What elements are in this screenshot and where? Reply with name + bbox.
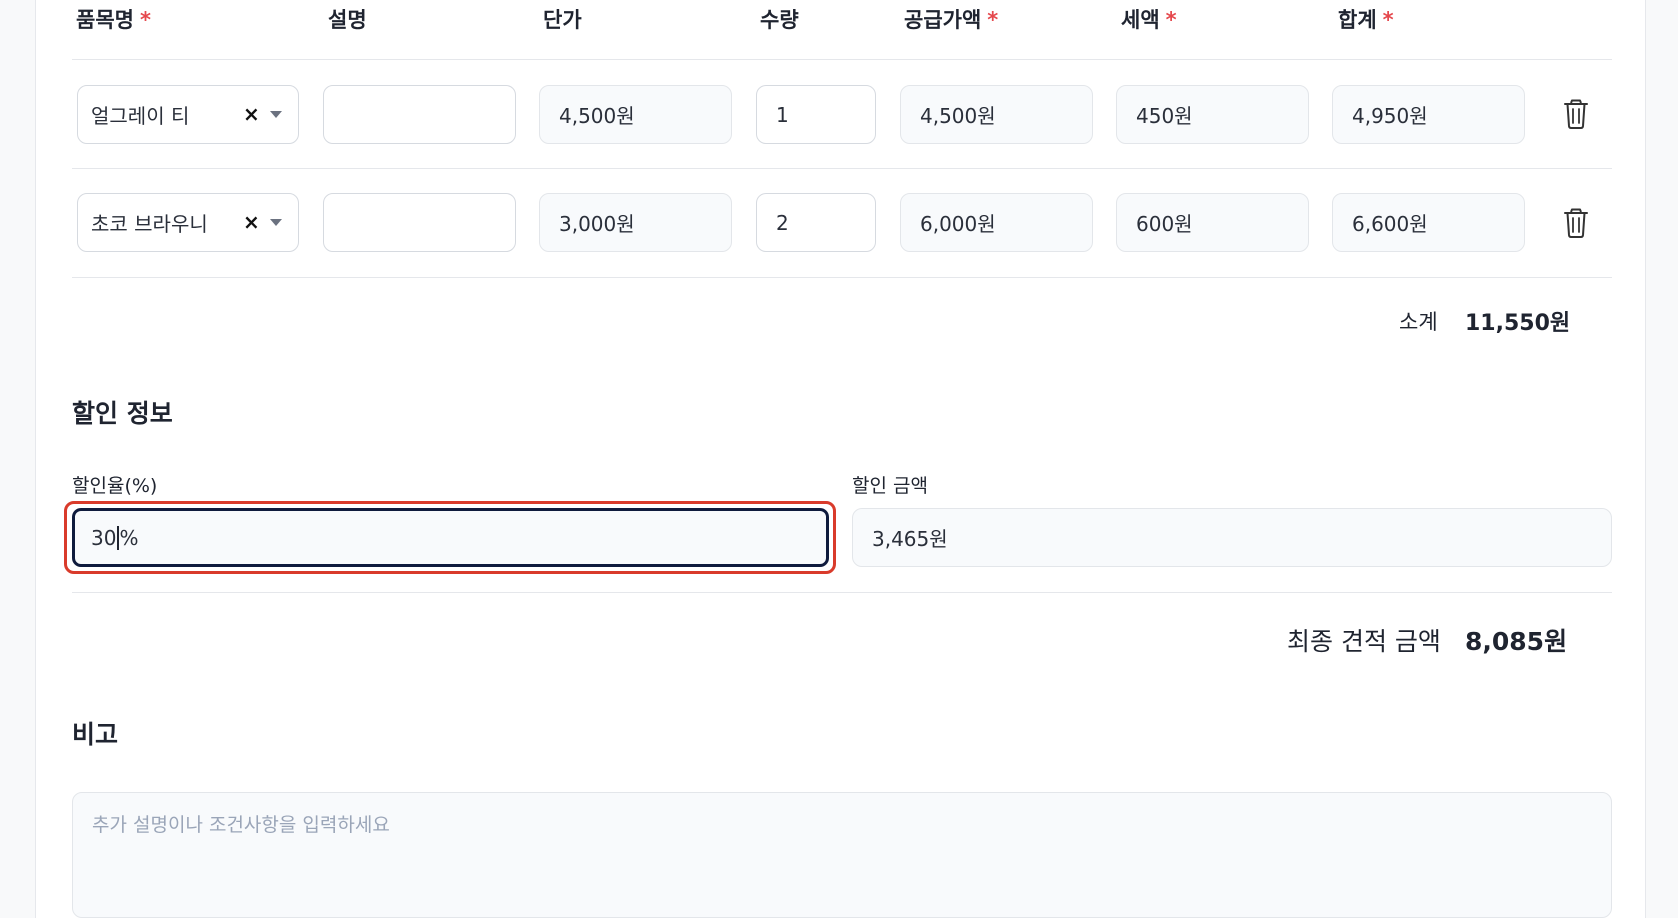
divider [72,277,1612,278]
supply-amount-field[interactable]: 4,500원 [900,85,1093,144]
unit-price-field[interactable]: 3,000원 [539,193,732,252]
quantity-input[interactable]: 1 [756,85,876,144]
discount-rate-label: 할인율(%) [72,475,158,497]
chevron-down-icon[interactable] [270,111,282,118]
divider [72,168,1612,169]
trash-icon[interactable] [1562,208,1590,238]
notes-placeholder: 추가 설명이나 조건사항을 입력하세요 [92,814,390,836]
tax-field[interactable]: 450원 [1116,85,1309,144]
quantity-input[interactable]: 2 [756,193,876,252]
divider [72,592,1612,593]
total-field[interactable]: 6,600원 [1332,193,1525,252]
item-select-value: 얼그레이 티 [91,104,190,128]
notes-section-title: 비고 [72,720,119,749]
header-item-name: 품목명 * [76,8,151,32]
item-select[interactable]: 초코 브라우니 × [77,193,299,252]
item-select[interactable]: 얼그레이 티 × [77,85,299,144]
discount-amount-field[interactable]: 3,465원 [852,508,1612,567]
tax-field[interactable]: 600원 [1116,193,1309,252]
header-supply-amount: 공급가액 * [904,8,999,32]
header-unit-price: 단가 [543,8,582,32]
header-total: 합계 * [1338,8,1394,32]
close-icon[interactable]: × [243,210,260,234]
close-icon[interactable]: × [243,102,260,126]
trash-icon[interactable] [1562,99,1590,129]
divider [72,59,1612,60]
header-description: 설명 [328,8,367,32]
discount-amount-label: 할인 금액 [852,475,928,497]
description-input[interactable] [323,85,516,144]
total-field[interactable]: 4,950원 [1332,85,1525,144]
unit-price-field[interactable]: 4,500원 [539,85,732,144]
quote-form-card: 품목명 * 설명 단가 수량 공급가액 * 세액 * 합계 * 얼그레이 티 × 4,5… [35,0,1646,918]
discount-rate-input[interactable]: 30% [72,508,829,567]
final-amount-label: 최종 견적 금액 [1287,627,1441,656]
item-select-value: 초코 브라우니 [91,212,208,236]
header-quantity: 수량 [760,8,799,32]
header-tax: 세액 * [1121,8,1177,32]
notes-textarea[interactable]: 추가 설명이나 조건사항을 입력하세요 [72,792,1612,918]
supply-amount-field[interactable]: 6,000원 [900,193,1093,252]
subtotal-value: 11,550원 [1465,311,1571,336]
chevron-down-icon[interactable] [270,219,282,226]
subtotal-label: 소계 [1399,310,1438,334]
final-amount-value: 8,085원 [1465,627,1568,656]
discount-section-title: 할인 정보 [72,399,173,428]
description-input[interactable] [323,193,516,252]
